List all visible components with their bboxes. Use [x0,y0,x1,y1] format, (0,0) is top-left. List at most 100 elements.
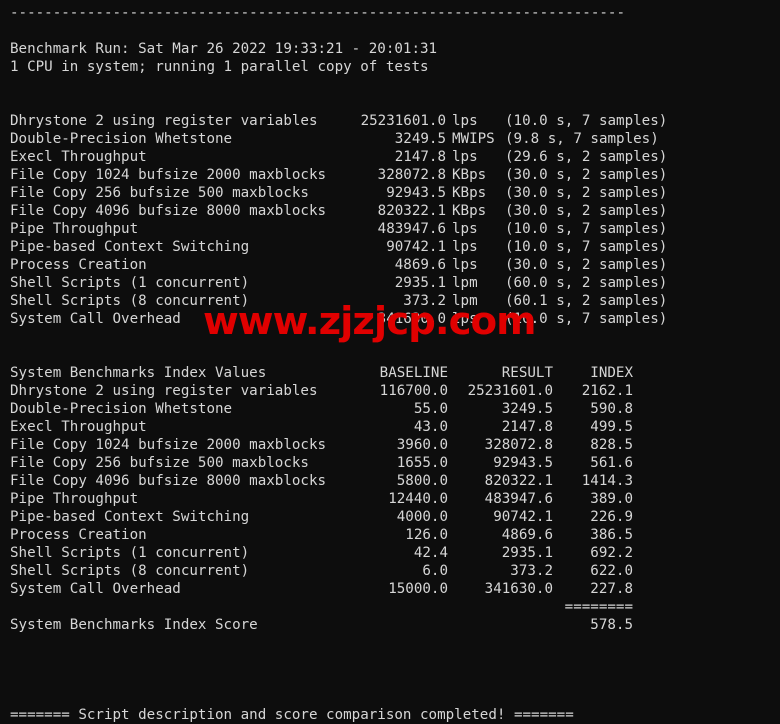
result-value: 483947.6 [377,221,446,237]
index-row-index: 386.5 [590,527,633,543]
index-row-label: File Copy 256 bufsize 500 maxblocks [10,455,309,471]
index-row-result: 328072.8 [484,437,553,453]
result-row: Process Creation 4869.6 lps (30.0 s, 2 s… [0,256,780,274]
index-row-label: Pipe-based Context Switching [10,509,250,525]
score-value: 578.5 [590,617,633,633]
index-row-baseline: 42.4 [413,545,448,561]
column-header-index: INDEX [590,365,633,381]
index-row: File Copy 256 bufsize 500 maxblocks 1655… [0,454,780,472]
result-timing: (30.0 s, 2 samples) [505,257,668,273]
index-row-result: 90742.1 [493,509,553,525]
result-value: 3249.5 [394,131,446,147]
result-value: 25231601.0 [360,113,446,129]
index-row-index: 692.2 [590,545,633,561]
result-value: 4869.6 [394,257,446,273]
result-timing: (30.0 s, 2 samples) [505,167,668,183]
result-label: System Call Overhead [10,311,181,327]
index-row-baseline: 3960.0 [396,437,448,453]
result-value: 373.2 [403,293,446,309]
result-label: Pipe-based Context Switching [10,239,250,255]
result-row: Shell Scripts (1 concurrent) 2935.1 lpm … [0,274,780,292]
result-timing: (29.6 s, 2 samples) [505,149,668,165]
result-timing: (30.0 s, 2 samples) [505,185,668,201]
index-row-baseline: 12440.0 [388,491,448,507]
result-unit: lpm [452,275,478,291]
index-row-index: 389.0 [590,491,633,507]
terminal-output: ----------------------------------------… [0,0,780,723]
top-divider: ----------------------------------------… [10,5,625,21]
index-row: Execl Throughput 43.0 2147.8 499.5 [0,418,780,436]
index-table-header: System Benchmarks Index Values BASELINE … [0,364,780,382]
score-row: System Benchmarks Index Score 578.5 [0,616,780,634]
index-row-result: 2935.1 [501,545,553,561]
index-row-baseline: 116700.0 [379,383,448,399]
result-row: Execl Throughput 2147.8 lps (29.6 s, 2 s… [0,148,780,166]
result-row: Shell Scripts (8 concurrent) 373.2 lpm (… [0,292,780,310]
index-row-label: Pipe Throughput [10,491,139,507]
score-label: System Benchmarks Index Score [10,617,258,633]
index-row-label: System Call Overhead [10,581,181,597]
index-row-result: 341630.0 [484,581,553,597]
index-row-label: Double-Precision Whetstone [10,401,233,417]
score-separator-row: ======== [0,598,780,616]
column-header-baseline: BASELINE [379,365,448,381]
benchmark-run-line: Benchmark Run: Sat Mar 26 2022 19:33:21 … [10,41,438,57]
result-row: Dhrystone 2 using register variables 252… [0,112,780,130]
index-row-index: 622.0 [590,563,633,579]
result-unit: lps [452,239,478,255]
index-row-baseline: 6.0 [422,563,448,579]
index-row-label: File Copy 4096 bufsize 8000 maxblocks [10,473,327,489]
result-row: File Copy 1024 bufsize 2000 maxblocks 32… [0,166,780,184]
result-value: 328072.8 [377,167,446,183]
result-unit: KBps [452,203,487,219]
index-row-label: Process Creation [10,527,147,543]
result-timing: (10.0 s, 7 samples) [505,113,668,129]
result-label: Pipe Throughput [10,221,139,237]
footer-line: ======= Script description and score com… [10,707,574,723]
result-unit: lps [452,221,478,237]
index-table-title: System Benchmarks Index Values [10,365,267,381]
index-row-index: 590.8 [590,401,633,417]
index-row-label: File Copy 1024 bufsize 2000 maxblocks [10,437,327,453]
result-row: Pipe Throughput 483947.6 lps (10.0 s, 7 … [0,220,780,238]
index-row: Pipe-based Context Switching 4000.0 9074… [0,508,780,526]
result-value: 820322.1 [377,203,446,219]
index-row-label: Shell Scripts (1 concurrent) [10,545,250,561]
index-row-index: 226.9 [590,509,633,525]
result-row: File Copy 4096 bufsize 8000 maxblocks 82… [0,202,780,220]
index-row: System Call Overhead 15000.0 341630.0 22… [0,580,780,598]
index-row-result: 373.2 [510,563,553,579]
index-row-baseline: 43.0 [413,419,448,435]
index-row-baseline: 5800.0 [396,473,448,489]
index-row: Shell Scripts (1 concurrent) 42.4 2935.1… [0,544,780,562]
result-timing: (60.0 s, 2 samples) [505,275,668,291]
result-row: System Call Overhead 341630.0 lps (10.0 … [0,310,780,328]
result-timing: (9.8 s, 7 samples) [505,131,659,147]
result-label: Process Creation [10,257,147,273]
column-header-result: RESULT [501,365,553,381]
index-row-baseline: 4000.0 [396,509,448,525]
result-timing: (60.1 s, 2 samples) [505,293,668,309]
score-separator: ======== [564,599,633,615]
index-row-baseline: 126.0 [405,527,448,543]
index-row-index: 828.5 [590,437,633,453]
index-row-baseline: 1655.0 [396,455,448,471]
cpu-info-line: 1 CPU in system; running 1 parallel copy… [10,59,429,75]
result-unit: lpm [452,293,478,309]
result-row: File Copy 256 bufsize 500 maxblocks 9294… [0,184,780,202]
result-label: Shell Scripts (1 concurrent) [10,275,250,291]
result-value: 341630.0 [377,311,446,327]
result-unit: lps [452,257,478,273]
result-unit: lps [452,149,478,165]
index-row: Shell Scripts (8 concurrent) 6.0 373.2 6… [0,562,780,580]
index-row-result: 483947.6 [484,491,553,507]
result-timing: (10.0 s, 7 samples) [505,239,668,255]
index-row-label: Shell Scripts (8 concurrent) [10,563,250,579]
result-timing: (30.0 s, 2 samples) [505,203,668,219]
